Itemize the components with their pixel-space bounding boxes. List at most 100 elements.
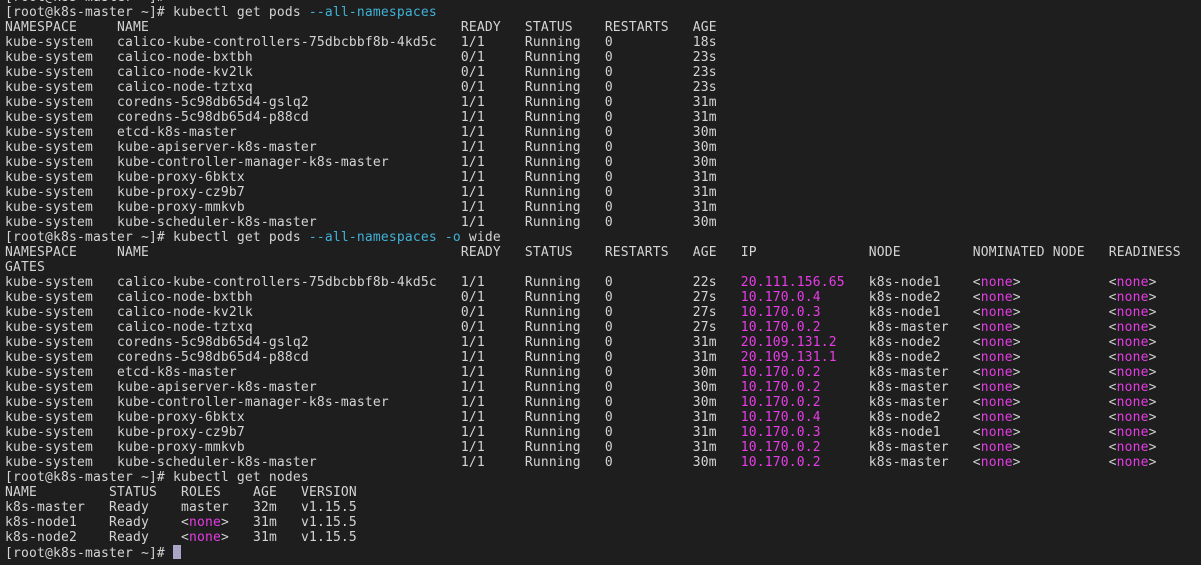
table-cell: v1.15.5: [300, 530, 357, 545]
table-row: k8s-node1 Ready <none> 31m v1.15.5: [5, 515, 357, 530]
table-cell: kube-system: [5, 155, 93, 170]
table-cell: v1.15.5: [300, 500, 357, 515]
table-cell: 0: [604, 140, 613, 155]
command-text: kubectl get pods: [172, 230, 301, 245]
table-row: kube-system kube-scheduler-k8s-master 1/…: [5, 215, 717, 230]
table-cell: v1.15.5: [300, 515, 357, 530]
table-cell: 0: [604, 290, 613, 305]
table-cell: kube-controller-manager-k8s-master: [116, 395, 389, 410]
table-cell: 23s: [692, 80, 717, 95]
table-cell: kube-system: [5, 380, 93, 395]
table-cell: kube-system: [5, 95, 93, 110]
table-cell: kube-proxy-mmkvb: [116, 200, 245, 215]
table-cell: k8s-master: [868, 380, 949, 395]
table-cell: 20.111.156.65: [740, 275, 845, 290]
table-cell: 1/1: [460, 455, 485, 470]
table-cell: 20.109.131.2: [740, 335, 837, 350]
table-cell: 27s: [692, 305, 717, 320]
table-cell: 1/1: [460, 155, 485, 170]
command-text: kubectl get nodes: [172, 470, 309, 485]
table-row: kube-system kube-controller-manager-k8s-…: [5, 155, 717, 170]
table-cell: k8s-node1: [5, 515, 77, 530]
table-row: kube-system kube-proxy-mmkvb 1/1 Running…: [5, 440, 1157, 455]
table-row: k8s-node2 Ready <none> 31m v1.15.5: [5, 530, 357, 545]
table-cell: 31m: [692, 200, 717, 215]
table-cell: kube-proxy-mmkvb: [116, 440, 245, 455]
column-header: NODE: [868, 245, 901, 260]
table-row: kube-system calico-node-kv2lk 0/1 Runnin…: [5, 65, 717, 80]
cell-none: <none>: [1108, 410, 1157, 425]
table-row: kube-system kube-apiserver-k8s-master 1/…: [5, 380, 1157, 395]
table-row: kube-system kube-proxy-cz9b7 1/1 Running…: [5, 425, 1157, 440]
table-cell: kube-controller-manager-k8s-master: [116, 155, 389, 170]
table-header: NAMESPACE NAME READY STATUS RESTARTS AGE…: [5, 245, 1189, 275]
table-cell: Running: [524, 35, 581, 50]
table-row: kube-system calico-node-kv2lk 0/1 Runnin…: [5, 305, 1157, 320]
table-cell: kube-system: [5, 335, 93, 350]
table-cell: 30m: [692, 380, 717, 395]
table-cell: 1/1: [460, 425, 485, 440]
table-cell: kube-system: [5, 305, 93, 320]
table-cell: kube-system: [5, 125, 93, 140]
table-cell: 31m: [692, 110, 717, 125]
table-row: kube-system kube-proxy-cz9b7 1/1 Running…: [5, 185, 717, 200]
table-row: kube-system calico-kube-controllers-75db…: [5, 275, 1157, 290]
table-cell: 10.170.0.3: [740, 305, 821, 320]
table-cell: coredns-5c98db65d4-p88cd: [116, 350, 309, 365]
table-cell: 27s: [692, 290, 717, 305]
table-row: kube-system kube-proxy-6bktx 1/1 Running…: [5, 410, 1157, 425]
table-cell: calico-kube-controllers-75dbcbbf8b-4kd5c: [116, 275, 437, 290]
table-cell: kube-system: [5, 140, 93, 155]
column-header: AGE: [252, 485, 277, 500]
table-cell: k8s-node1: [868, 275, 941, 290]
table-row: kube-system kube-proxy-mmkvb 1/1 Running…: [5, 200, 717, 215]
command-flag: -o: [444, 230, 461, 245]
column-header: RESTARTS: [604, 245, 669, 260]
table-cell: 31m: [692, 440, 717, 455]
table-row: kube-system kube-scheduler-k8s-master 1/…: [5, 455, 1157, 470]
cell-none: <none>: [972, 350, 1021, 365]
table-cell: 18s: [692, 35, 717, 50]
table-cell: k8s-node2: [5, 530, 77, 545]
table-cell: 31m: [692, 170, 717, 185]
cell-none: <none>: [972, 440, 1021, 455]
cell-none: <none>: [972, 410, 1021, 425]
command-flag: --all-namespaces: [308, 230, 437, 245]
table-cell: 31m: [252, 515, 277, 530]
table-cell: kube-system: [5, 185, 93, 200]
command-flag: --all-namespaces: [308, 5, 437, 20]
cursor: [172, 545, 181, 559]
table-cell: kube-system: [5, 170, 93, 185]
table-cell: coredns-5c98db65d4-gslq2: [116, 335, 309, 350]
table-cell: kube-system: [5, 290, 93, 305]
table-cell: 30m: [692, 395, 717, 410]
table-cell: calico-kube-controllers-75dbcbbf8b-4kd5c: [116, 35, 437, 50]
table-cell: 10.170.0.2: [740, 380, 821, 395]
shell-prompt: [root@k8s-master ~]#: [5, 5, 165, 20]
table-cell: kube-system: [5, 215, 93, 230]
table-cell: Ready: [108, 515, 149, 530]
table-row: kube-system kube-controller-manager-k8s-…: [5, 395, 1157, 410]
cell-none: <none>: [1108, 320, 1157, 335]
table-row: kube-system calico-node-bxtbh 0/1 Runnin…: [5, 50, 717, 65]
table-cell: 31m: [692, 185, 717, 200]
table-cell: 0: [604, 320, 613, 335]
column-header: NAME: [116, 20, 149, 35]
table-cell: 0/1: [460, 80, 485, 95]
table-row: kube-system coredns-5c98db65d4-gslq2 1/1…: [5, 95, 717, 110]
table-cell: k8s-node2: [868, 335, 941, 350]
table-cell: Running: [524, 455, 581, 470]
table-cell: 0: [604, 155, 613, 170]
table-cell: Running: [524, 275, 581, 290]
terminal-output[interactable]: [root@k8s-master ~]# [root@k8s-master ~]…: [5, 0, 1197, 561]
table-cell: 0/1: [460, 305, 485, 320]
cell-none: <none>: [1108, 290, 1157, 305]
table-cell: 1/1: [460, 365, 485, 380]
column-header: READY: [460, 20, 501, 35]
table-cell: 0: [604, 65, 613, 80]
prompt-line: [root@k8s-master ~]# kubectl get pods --…: [5, 230, 501, 245]
table-cell: kube-apiserver-k8s-master: [116, 380, 317, 395]
table-cell: kube-system: [5, 320, 93, 335]
table-cell: 23s: [692, 50, 717, 65]
table-cell: 0: [604, 305, 613, 320]
